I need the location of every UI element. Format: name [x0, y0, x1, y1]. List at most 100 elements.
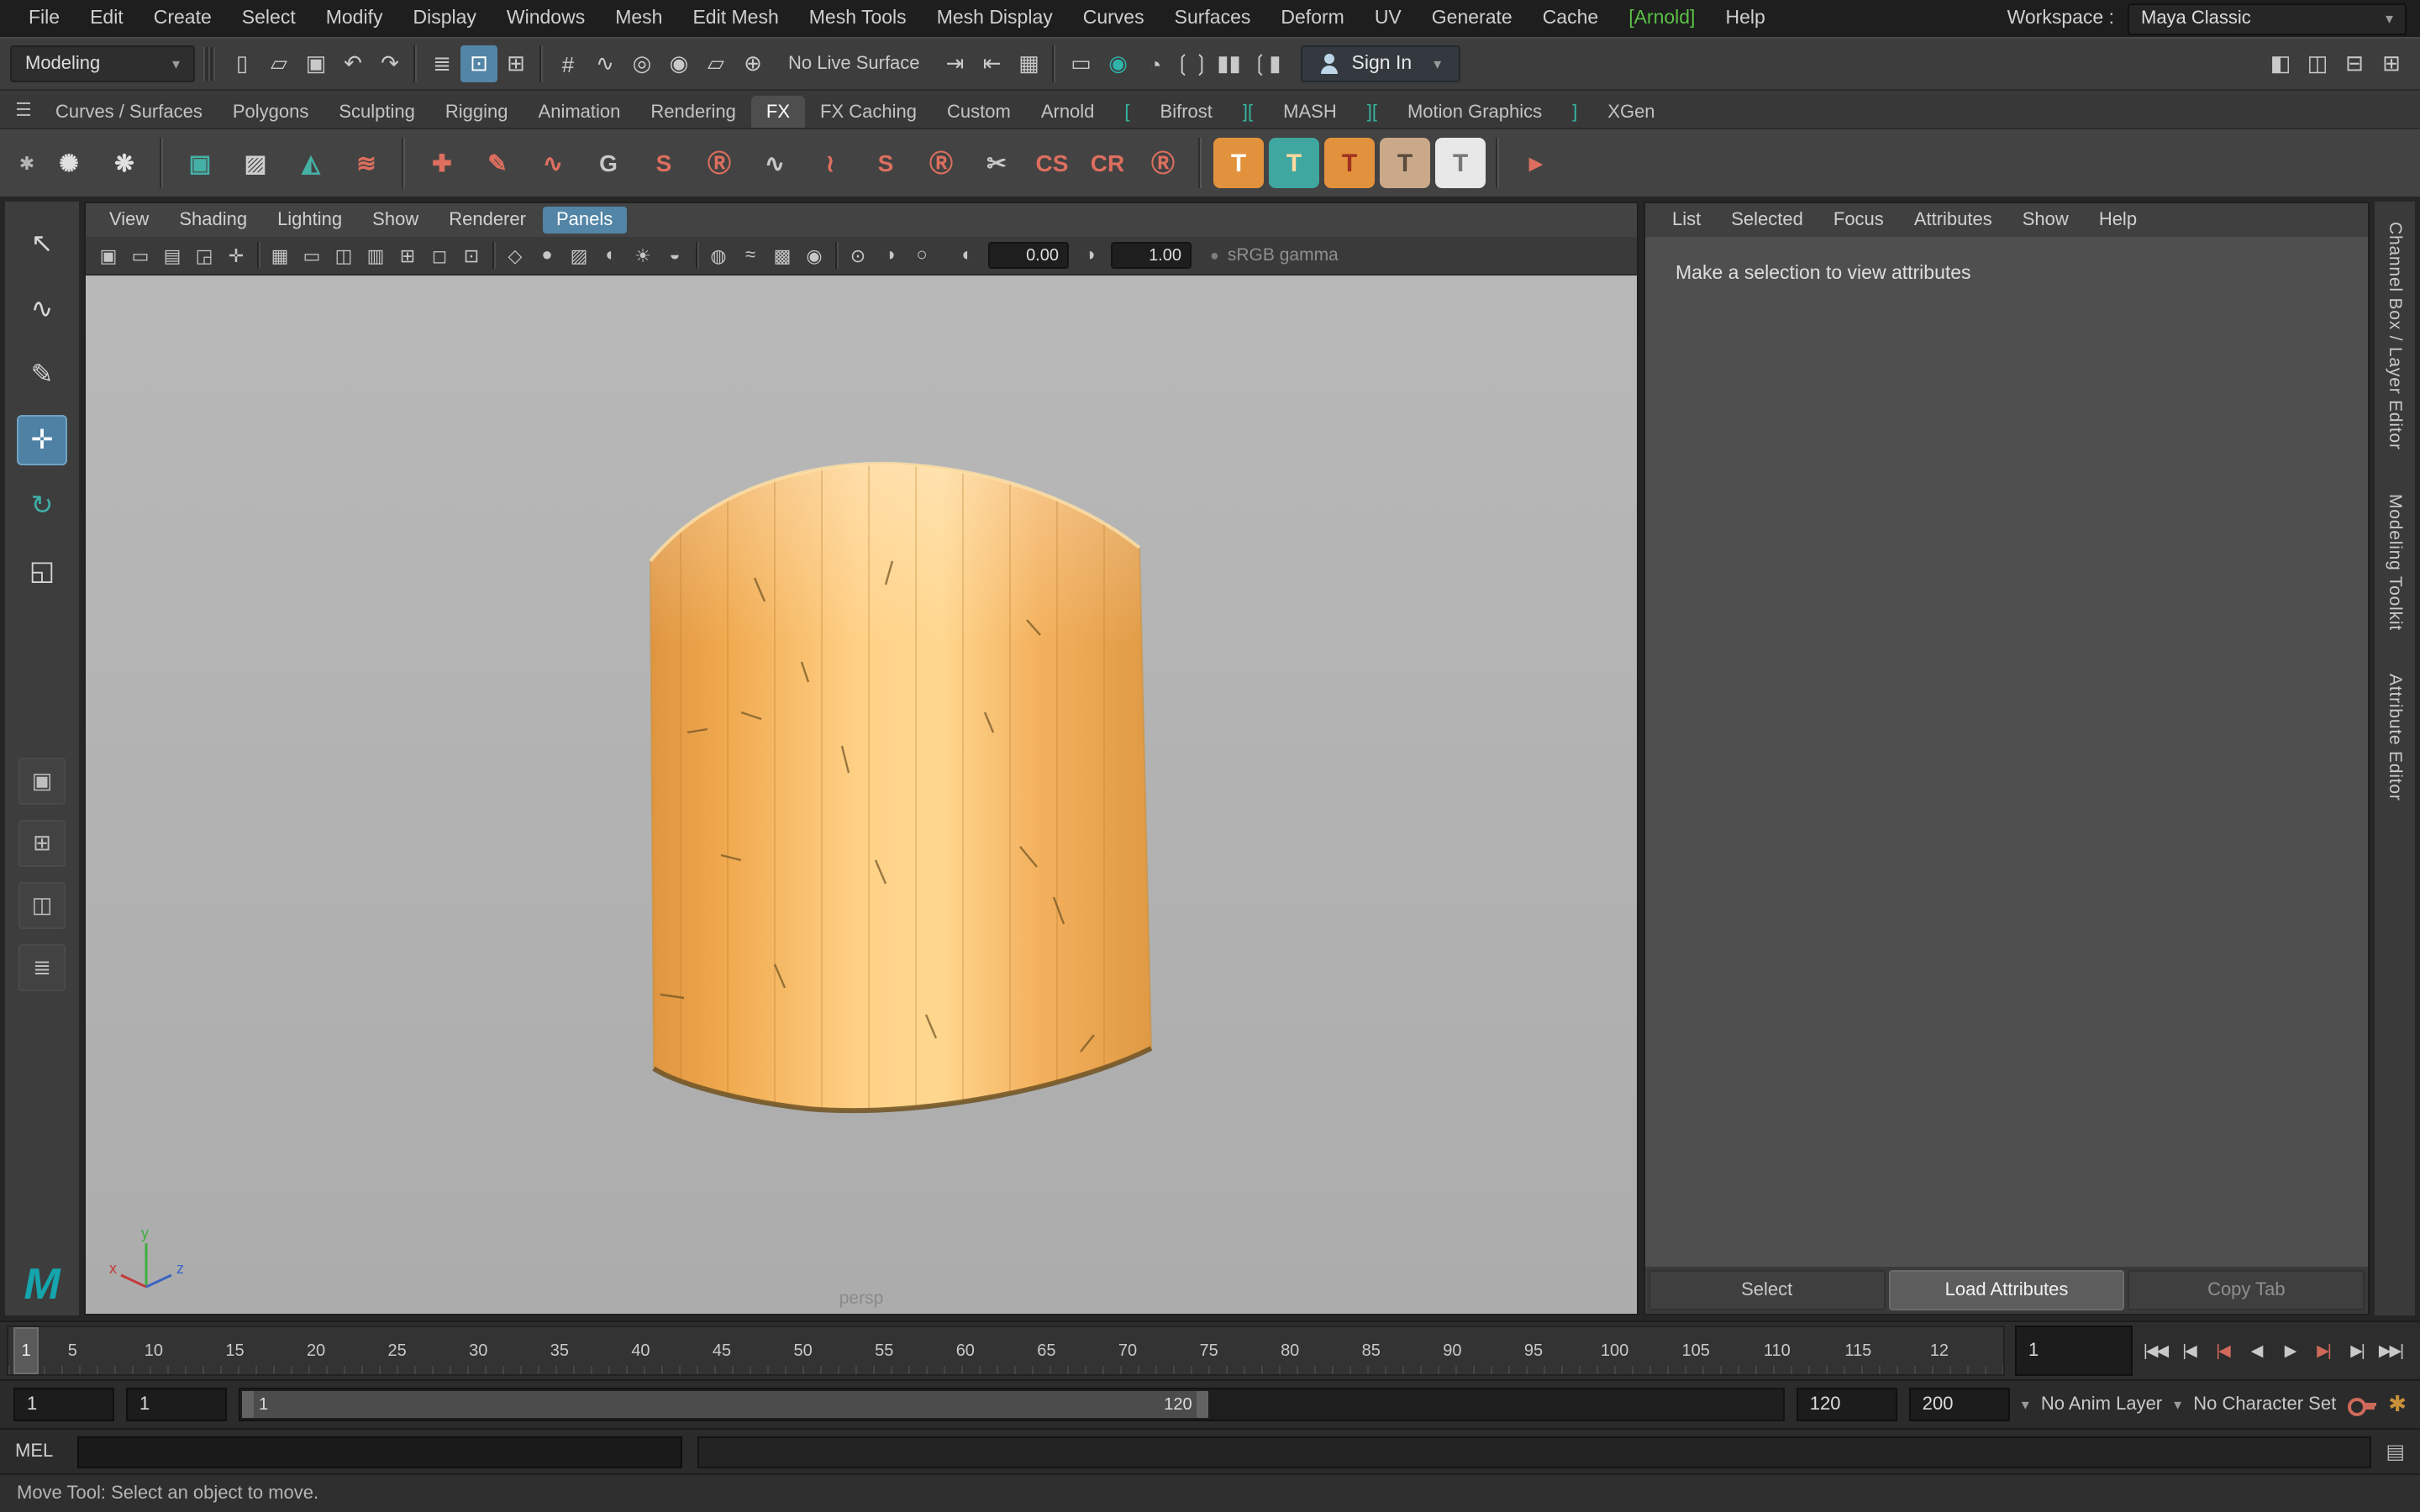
menu-item[interactable]: Deform: [1265, 0, 1359, 37]
smooth-shade-icon[interactable]: ●: [531, 240, 563, 270]
step-back-frame-button[interactable]: |◀: [2173, 1332, 2205, 1369]
menu-item[interactable]: File: [13, 0, 75, 37]
menu-item[interactable]: Generate: [1417, 0, 1528, 37]
wireframe-icon[interactable]: ◇: [499, 240, 531, 270]
menu-item[interactable]: Mesh Display: [922, 0, 1068, 37]
set-rest-from-current-icon[interactable]: Ⓡ: [916, 138, 966, 188]
bookmarks-icon[interactable]: ▭: [124, 240, 156, 270]
sign-in-button[interactable]: Sign In ▾: [1302, 45, 1460, 82]
multisample-icon[interactable]: ▩: [766, 240, 798, 270]
resolution-gate-icon[interactable]: ◫: [328, 240, 360, 270]
new-scene-icon[interactable]: ▯: [224, 45, 260, 82]
create-passive-collider-icon[interactable]: T: [1269, 138, 1319, 188]
shelf-tab[interactable]: Polygons: [218, 96, 324, 128]
output-connections-icon[interactable]: ⇤: [974, 45, 1011, 82]
gamma-field[interactable]: 1.00: [1111, 242, 1192, 269]
menu-item[interactable]: Cache: [1528, 0, 1614, 37]
character-set-selector[interactable]: No Character Set: [2193, 1394, 2336, 1415]
fluid-3d-container-icon[interactable]: ▣: [175, 138, 225, 188]
auto-keyframe-toggle-icon[interactable]: [2348, 1394, 2376, 1415]
shelf-tab[interactable]: Sculpting: [324, 96, 430, 128]
create-hair-icon[interactable]: ✚: [417, 138, 467, 188]
display-start-curves-icon[interactable]: S: [639, 138, 689, 188]
shadows-icon[interactable]: ◒: [659, 240, 691, 270]
safe-title-icon[interactable]: ⊡: [455, 240, 487, 270]
paint-hair-tool-icon[interactable]: ✎: [472, 138, 523, 188]
attribute-editor-menu-item[interactable]: Attributes: [1901, 207, 2006, 234]
current-time-marker[interactable]: 1: [13, 1327, 39, 1374]
camera-attributes-icon[interactable]: ▣: [92, 240, 124, 270]
rebuild-follicles-icon[interactable]: Ⓡ: [1138, 138, 1188, 188]
playback-end-field[interactable]: 120: [1797, 1388, 1897, 1421]
viewport-menu-item[interactable]: Renderer: [435, 207, 539, 234]
playback-range-bar[interactable]: 1 120: [242, 1391, 1209, 1418]
shelf-tab[interactable]: Animation: [523, 96, 636, 128]
menu-item[interactable]: Curves: [1068, 0, 1160, 37]
xray-joints-icon[interactable]: ○: [906, 240, 938, 270]
display-current-curves-icon[interactable]: ∿: [750, 138, 800, 188]
gate-mask-icon[interactable]: ▥: [360, 240, 392, 270]
command-result-field[interactable]: [697, 1436, 2370, 1467]
copy-start-to-current-icon[interactable]: CS: [1027, 138, 1077, 188]
command-language-toggle[interactable]: MEL: [15, 1441, 62, 1462]
animation-start-field[interactable]: 1: [13, 1388, 114, 1421]
curl-curves-icon[interactable]: ≀: [805, 138, 855, 188]
view-transform-icon[interactable]: ●: [1210, 247, 1219, 264]
ipr-render-icon[interactable]: ◔: [1137, 45, 1174, 82]
live-surface-label[interactable]: No Live Surface: [771, 54, 937, 74]
toggle-channel-box-icon[interactable]: ⊟: [2336, 45, 2373, 82]
step-forward-frame-button[interactable]: ▶|: [2341, 1332, 2373, 1369]
menu-item[interactable]: Create: [139, 0, 227, 37]
menu-item[interactable]: Mesh: [600, 0, 677, 37]
shelf-tab[interactable]: Rigging: [430, 96, 523, 128]
menu-item[interactable]: Edit: [75, 0, 139, 37]
make-curves-dynamic-icon[interactable]: G: [583, 138, 634, 188]
toggle-attribute-editor-icon[interactable]: ⊞: [2373, 45, 2410, 82]
toggle-outliner-panel-icon[interactable]: ◧: [2262, 45, 2299, 82]
render-current-frame-icon[interactable]: ◉: [1100, 45, 1137, 82]
lasso-select-tool[interactable]: ∿: [17, 284, 67, 334]
select-by-hierarchy-icon[interactable]: ≣: [424, 45, 460, 82]
display-input-mesh-icon[interactable]: T: [1380, 138, 1430, 188]
two-pane-layout-button[interactable]: ◫: [18, 882, 66, 929]
command-input[interactable]: [77, 1436, 682, 1467]
shelf-tab[interactable]: Arnold: [1026, 96, 1110, 128]
menu-item[interactable]: UV: [1360, 0, 1417, 37]
tab-attribute-editor[interactable]: Attribute Editor: [2385, 675, 2405, 802]
film-gate-icon[interactable]: ▭: [296, 240, 328, 270]
textured-icon[interactable]: ▨: [563, 240, 595, 270]
shelf-editor-icon[interactable]: ✱: [10, 152, 44, 174]
attribute-editor-menu-item[interactable]: Show: [2009, 207, 2082, 234]
rotate-tool[interactable]: ↻: [17, 480, 67, 531]
2d-pan-zoom-icon[interactable]: ◲: [188, 240, 220, 270]
scale-tool[interactable]: ◱: [17, 546, 67, 596]
image-plane-icon[interactable]: ▤: [156, 240, 188, 270]
safe-action-icon[interactable]: ◻: [424, 240, 455, 270]
menu-item[interactable]: Surfaces: [1160, 0, 1266, 37]
attribute-editor-menu-item[interactable]: Selected: [1718, 207, 1817, 234]
cylinder-mesh[interactable]: [640, 460, 1158, 1152]
grid-toggle-icon[interactable]: ▦: [264, 240, 296, 270]
detach-curves-icon[interactable]: ✂: [971, 138, 1022, 188]
play-backwards-button[interactable]: ◀: [2240, 1332, 2272, 1369]
redo-icon[interactable]: ↷: [371, 45, 408, 82]
current-frame-field[interactable]: 1: [2015, 1326, 2133, 1376]
four-pane-layout-button[interactable]: ⊞: [18, 820, 66, 867]
light-editor-icon[interactable]: ▮▮: [1211, 45, 1248, 82]
snap-to-view-plane-icon[interactable]: ▱: [697, 45, 734, 82]
menu-item[interactable]: Select: [227, 0, 311, 37]
viewport-canvas[interactable]: y x z persp: [86, 276, 1637, 1314]
anim-layer-selector[interactable]: No Anim Layer: [2041, 1394, 2162, 1415]
tab-modeling-toolkit[interactable]: Modeling Toolkit: [2385, 494, 2405, 631]
time-slider[interactable]: 5101520253035404550556065707580859095100…: [7, 1326, 2005, 1376]
exposure-icon[interactable]: ◐: [951, 240, 983, 270]
single-pane-layout-button[interactable]: ▣: [18, 758, 66, 805]
hypershade-icon[interactable]: ❲▮: [1248, 45, 1285, 82]
shelf-menu-icon[interactable]: ☰: [7, 98, 40, 120]
shelf-tab[interactable]: Bifrost: [1145, 96, 1228, 128]
snap-to-projected-center-icon[interactable]: ◉: [660, 45, 697, 82]
tab-channel-box[interactable]: Channel Box / Layer Editor: [2385, 222, 2405, 450]
fluid-2d-container-icon[interactable]: ▨: [230, 138, 281, 188]
isolate-select-icon[interactable]: ⊙: [842, 240, 874, 270]
toggle-tool-settings-icon[interactable]: ◫: [2299, 45, 2336, 82]
